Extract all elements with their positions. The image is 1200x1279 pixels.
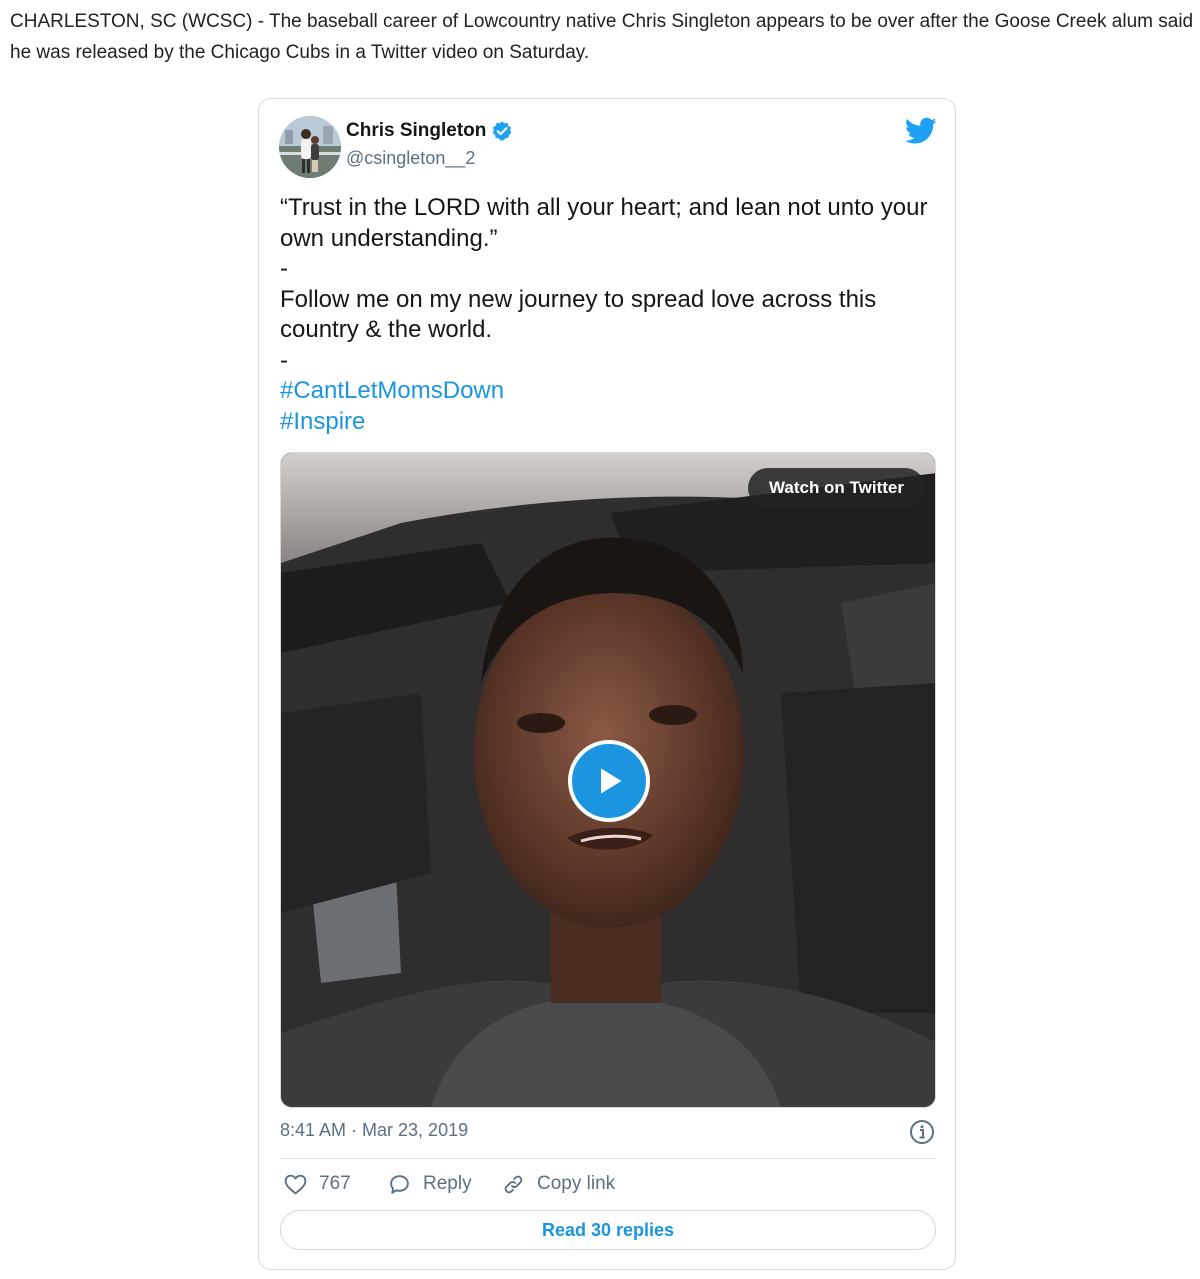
tweet-timestamp[interactable]: 8:41 AM · Mar 23, 2019 <box>280 1120 468 1141</box>
tweet-text-line: “Trust in the LORD with all your heart; … <box>280 194 928 252</box>
author-handle[interactable]: @csingleton__2 <box>346 148 475 169</box>
heart-icon <box>284 1174 307 1194</box>
watch-on-twitter-button[interactable]: Watch on Twitter <box>747 468 925 508</box>
read-replies-button[interactable]: Read 30 replies <box>280 1210 936 1250</box>
article-lede: CHARLESTON, SC (WCSC) - The baseball car… <box>10 11 1194 63</box>
speech-bubble-icon <box>390 1174 409 1194</box>
hashtag-link[interactable]: #Inspire <box>280 407 940 438</box>
like-button[interactable]: 767 <box>283 1169 351 1199</box>
avatar[interactable] <box>279 116 341 178</box>
twitter-bird-icon[interactable] <box>905 117 937 145</box>
tweet-text-line: - <box>280 255 288 282</box>
reply-label: Reply <box>423 1173 472 1194</box>
embedded-tweet[interactable]: Chris Singleton @csingleton__2 “Trust in… <box>258 98 956 1270</box>
video-thumbnail[interactable]: Watch on Twitter <box>280 452 936 1108</box>
hashtag-link[interactable]: #CantLetMomsDown <box>280 376 940 407</box>
tweet-text-line: - <box>280 346 288 374</box>
info-icon[interactable] <box>909 1119 935 1145</box>
author-name-text[interactable]: Chris Singleton <box>346 120 486 142</box>
tweet-text: “Trust in the LORD with all your heart; … <box>280 193 940 437</box>
play-icon <box>601 768 622 794</box>
tweet-text-line: Follow me on my new journey to spread lo… <box>280 285 877 344</box>
copy-link-button[interactable]: Copy link <box>501 1169 615 1199</box>
verified-badge-icon <box>491 120 513 142</box>
copy-link-label: Copy link <box>537 1173 616 1194</box>
like-count: 767 <box>319 1173 351 1194</box>
link-icon <box>504 1175 523 1193</box>
reply-button[interactable]: Reply <box>387 1169 472 1199</box>
play-button[interactable] <box>568 740 650 822</box>
divider <box>280 1158 936 1159</box>
author-name[interactable]: Chris Singleton <box>346 120 513 142</box>
